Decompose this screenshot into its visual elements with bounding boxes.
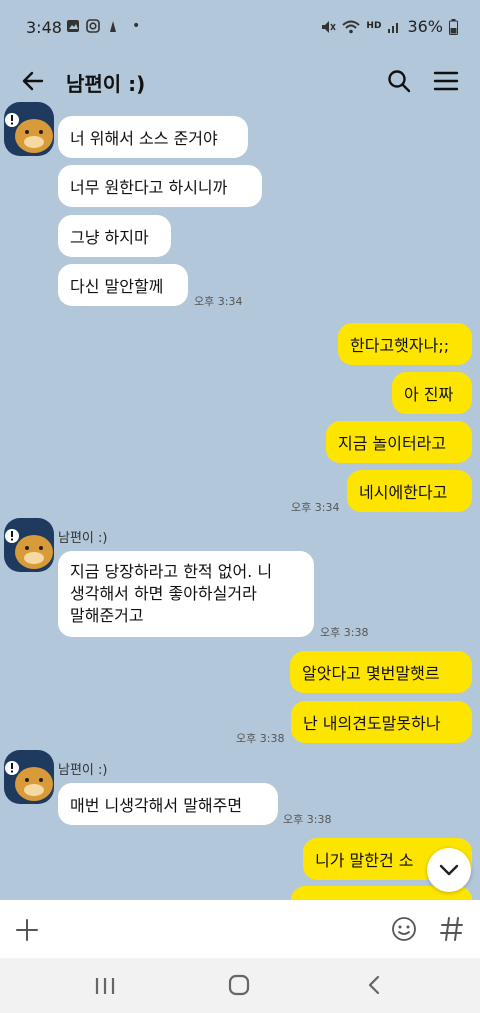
message-bubble-incoming[interactable]: 매번 니생각해서 말해주면 [58, 783, 278, 825]
sender-name: 남편이 :) [58, 531, 108, 546]
recents-icon[interactable] [94, 976, 116, 996]
emoji-icon[interactable] [391, 916, 417, 942]
back-icon[interactable] [364, 974, 384, 996]
notification-icons: • [66, 18, 140, 34]
message-timestamp: 오후 3:34 [291, 501, 340, 514]
status-bar: 3:48 • HD 36% [0, 0, 480, 56]
message-line: 지금 당장하라고 한적 없어. 니 [70, 562, 273, 581]
chat-header: 남편이 :) [0, 56, 480, 108]
avatar[interactable] [2, 102, 54, 158]
status-time: 3:48 [26, 18, 62, 37]
message-bubble-outgoing[interactable]: 한다고햇자나;; [338, 323, 472, 365]
message-bubble-outgoing[interactable]: 지금 놀이터라고 [326, 421, 472, 463]
chevron-down-icon [439, 864, 459, 876]
battery-percent: 36% [407, 17, 443, 36]
message-bubble-incoming[interactable]: 너 위해서 소스 준거야 [58, 116, 248, 158]
message-bubble-outgoing[interactable]: 네시에한다고 [347, 470, 472, 512]
app-notification-icon [110, 21, 116, 32]
message-bubble-incoming[interactable]: 너무 원한다고 하시니까 [58, 165, 262, 207]
wifi-icon [342, 20, 361, 33]
message-input-bar [0, 900, 480, 958]
avatar[interactable] [2, 518, 54, 574]
hash-icon[interactable] [440, 916, 464, 942]
system-status: HD 36% [320, 17, 458, 36]
message-bubble-incoming[interactable]: 그냥 하지마 [58, 215, 171, 257]
instagram-icon [86, 19, 100, 33]
system-nav-bar [0, 958, 480, 1013]
battery-icon [449, 18, 458, 35]
gallery-icon [67, 20, 79, 32]
sender-name: 남편이 :) [58, 763, 108, 778]
back-arrow-icon[interactable] [20, 68, 46, 94]
signal-icon [388, 22, 399, 33]
scroll-to-bottom-button[interactable] [427, 848, 471, 892]
home-icon[interactable] [228, 974, 250, 996]
message-bubble-outgoing[interactable]: 아 진짜 [392, 372, 472, 414]
chat-title: 남편이 :) [66, 72, 146, 96]
menu-icon[interactable] [432, 68, 460, 94]
message-timestamp: 오후 3:34 [194, 295, 243, 308]
message-bubble-outgoing[interactable]: 난 내의견도말못하나 [291, 701, 472, 743]
avatar[interactable] [2, 750, 54, 806]
message-line: 생각해서 하면 좋아하실거라 [70, 584, 257, 603]
message-bubble-incoming[interactable]: 지금 당장하라고 한적 없어. 니 생각해서 하면 좋아하실거라 말해준거고 [58, 551, 314, 637]
network-label: HD [366, 21, 382, 31]
message-line: 말해준거고 [70, 606, 144, 625]
search-icon[interactable] [386, 68, 412, 94]
plus-icon[interactable] [15, 918, 39, 942]
message-bubble-incoming[interactable]: 다신 말안할께 [58, 264, 188, 306]
message-timestamp: 오후 3:38 [320, 626, 369, 639]
message-input[interactable] [60, 908, 370, 950]
message-timestamp: 오후 3:38 [283, 813, 332, 826]
message-timestamp: 오후 3:38 [236, 732, 285, 745]
message-bubble-outgoing[interactable]: 알앗다고 몇번말햇르 [290, 651, 472, 693]
mute-icon [322, 20, 337, 33]
more-notifications-dot: • [132, 18, 141, 34]
